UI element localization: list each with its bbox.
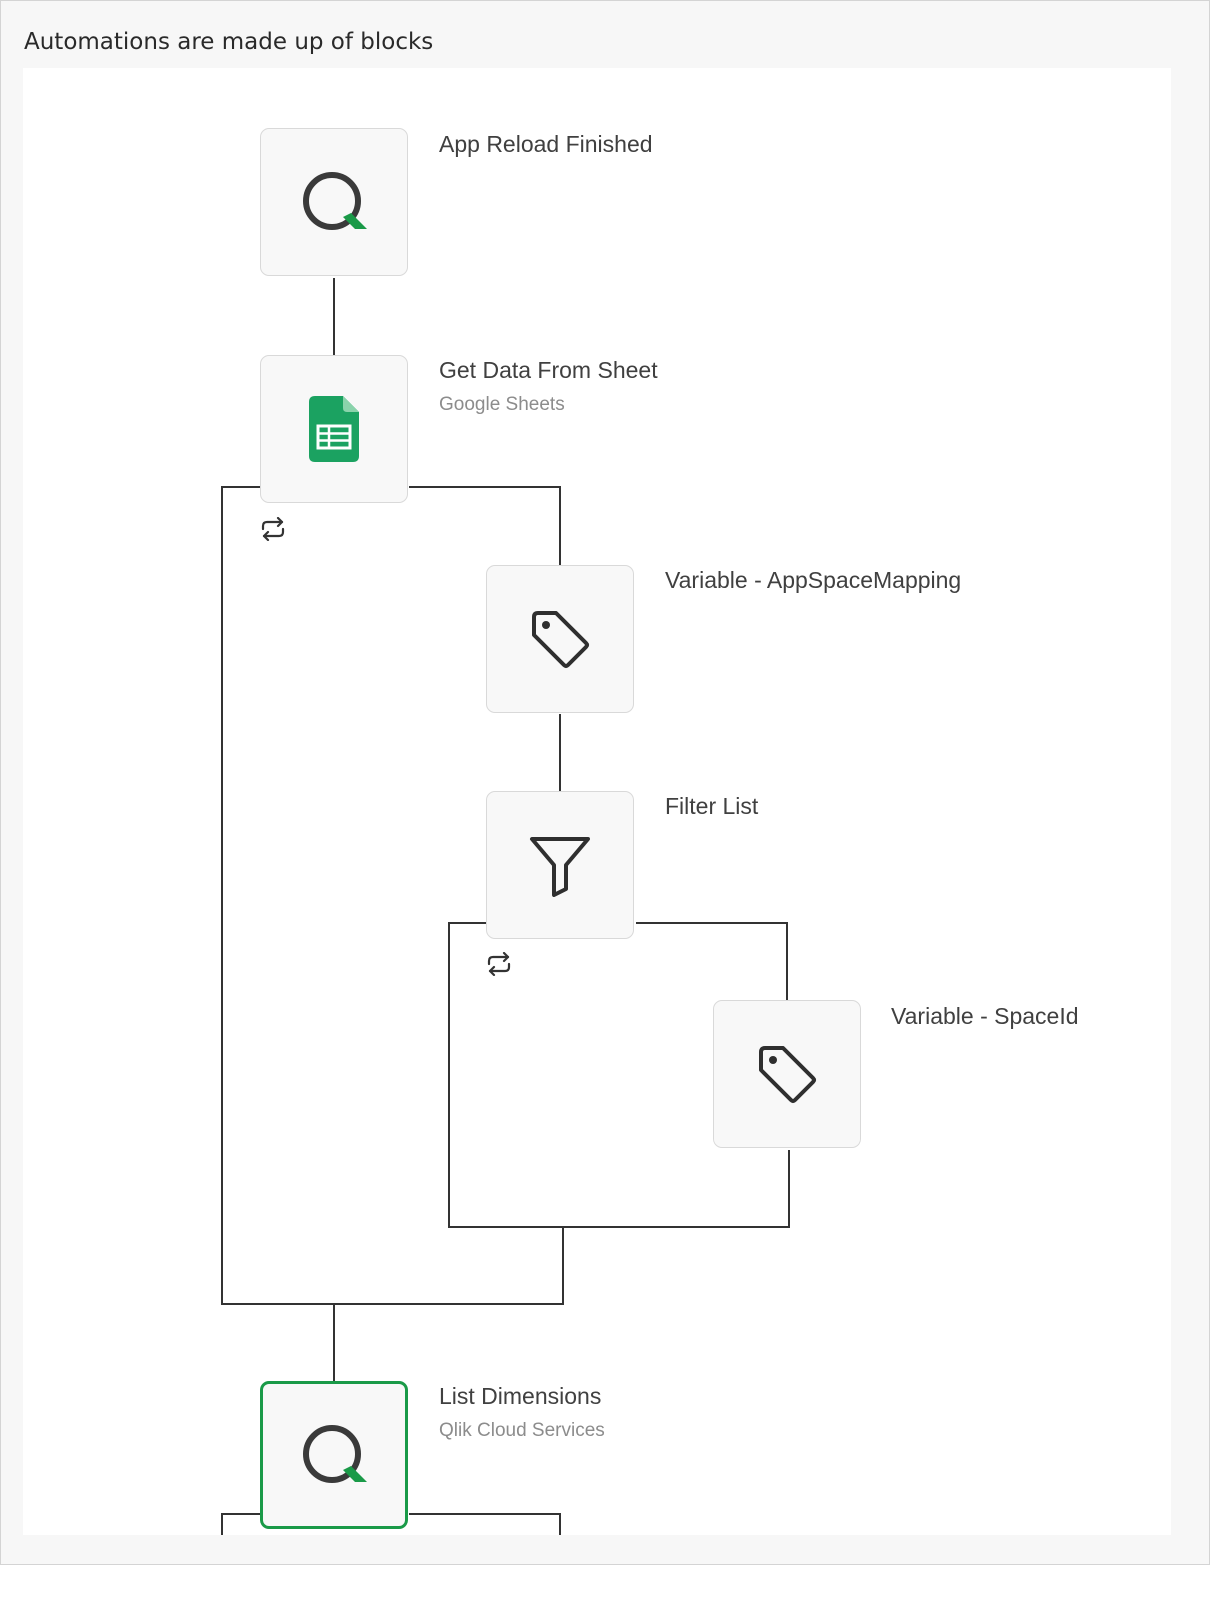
- block-title: Variable - AppSpaceMapping: [665, 567, 962, 593]
- block-subtitle: Qlik Cloud Services: [439, 1420, 605, 1441]
- figure-caption: Automations are made up of blocks: [24, 29, 434, 55]
- block-variable-appspacemapping[interactable]: [486, 565, 634, 713]
- google-sheets-icon: [307, 396, 361, 462]
- figure-frame: Automations are made up of blocks App Re…: [0, 0, 1210, 1565]
- block-title: App Reload Finished: [439, 131, 653, 157]
- block-variable-spaceid[interactable]: [713, 1000, 861, 1148]
- block-app-reload-finished[interactable]: [260, 128, 408, 276]
- block-title: Filter List: [665, 793, 759, 819]
- tag-icon: [755, 1042, 819, 1106]
- tag-icon: [528, 607, 592, 671]
- block-title: Variable - SpaceId: [891, 1003, 1079, 1029]
- block-filter-list[interactable]: [486, 791, 634, 939]
- block-get-data-from-sheet[interactable]: [260, 355, 408, 503]
- block-title: List Dimensions: [439, 1383, 602, 1409]
- filter-icon: [528, 833, 592, 897]
- loop-icon: [485, 951, 513, 980]
- qlik-icon: [299, 167, 369, 237]
- qlik-icon: [299, 1420, 369, 1490]
- block-list-dimensions[interactable]: [260, 1381, 408, 1529]
- block-subtitle: Google Sheets: [439, 394, 565, 415]
- block-title: Get Data From Sheet: [439, 357, 658, 383]
- automation-canvas[interactable]: App Reload Finished Get Data From Sheet …: [23, 68, 1171, 1535]
- loop-icon: [259, 516, 287, 545]
